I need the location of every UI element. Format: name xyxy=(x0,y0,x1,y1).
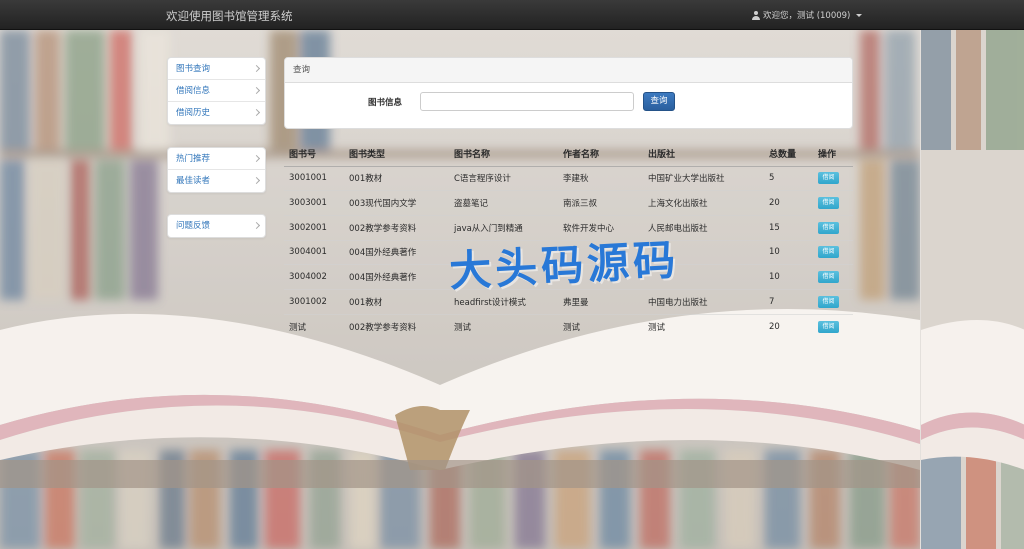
table-row: 3003001 003现代国内文学 盗墓笔记 南派三叔 上海文化出版社 20 借阅 xyxy=(284,190,853,216)
table-row: 测试 002教学参考资料 测试 测试 测试 20 借阅 xyxy=(284,313,853,339)
cell-action: 借阅 xyxy=(813,165,853,191)
cell-name: C语言程序设计 xyxy=(449,165,558,191)
borrow-button[interactable]: 借阅 xyxy=(818,295,839,308)
cell-count: 10 xyxy=(764,264,813,290)
cell-action: 借阅 xyxy=(813,264,853,290)
chevron-right-icon xyxy=(252,108,261,117)
cell-id: 3001001 xyxy=(284,165,344,191)
cell-publisher: 中国矿业大学出版社 xyxy=(643,165,764,191)
cell-id: 3003001 xyxy=(284,190,344,216)
cell-author: 弗里曼 xyxy=(558,288,643,315)
top-navbar: 欢迎使用图书馆管理系统 欢迎您，测试 (10009) xyxy=(0,0,1024,30)
sidebar-item-borrow-info[interactable]: 借阅信息 xyxy=(168,80,265,102)
cell-id: 3004002 xyxy=(284,264,344,290)
cell-type: 004国外经典著作 xyxy=(344,264,449,290)
panel-heading: 查询 xyxy=(285,58,852,83)
cell-id: 3001002 xyxy=(284,288,344,315)
cell-author: 测试 xyxy=(558,313,643,339)
cell-type: 001教材 xyxy=(344,288,449,315)
sidebar-item-hot-recommend[interactable]: 热门推荐 xyxy=(168,148,265,170)
cell-publisher: 中国电力出版社 xyxy=(643,288,764,315)
book-info-input[interactable] xyxy=(420,92,634,111)
col-action: 操作 xyxy=(813,141,853,167)
cell-count: 10 xyxy=(764,239,813,265)
cell-type: 004国外经典著作 xyxy=(344,239,449,265)
cell-action: 借阅 xyxy=(813,288,853,315)
cell-name: 盗墓笔记 xyxy=(449,190,558,216)
cell-author: 南派三叔 xyxy=(558,190,643,216)
cell-count: 20 xyxy=(764,190,813,216)
col-book-name: 图书名称 xyxy=(449,141,558,167)
table-row: 3001001 001教材 C语言程序设计 李建秋 中国矿业大学出版社 5 借阅 xyxy=(284,165,853,191)
cell-author: 李建秋 xyxy=(558,165,643,191)
chevron-right-icon xyxy=(252,154,261,163)
sidebar-item-best-readers[interactable]: 最佳读者 xyxy=(168,170,265,192)
cell-publisher: 测试 xyxy=(643,313,764,339)
watermark-text: 大头码源码 xyxy=(448,235,681,296)
sidebar-group-books: 图书查询 借阅信息 借阅历史 xyxy=(167,57,266,125)
sidebar-item-book-search[interactable]: 图书查询 xyxy=(168,58,265,80)
borrow-button[interactable]: 借阅 xyxy=(818,320,839,333)
sidebar-item-label: 借阅信息 xyxy=(176,86,211,96)
cell-count: 15 xyxy=(764,214,813,241)
cell-name: 测试 xyxy=(449,313,558,339)
cell-count: 7 xyxy=(764,288,813,315)
cell-count: 5 xyxy=(764,165,813,191)
chevron-right-icon xyxy=(252,221,261,230)
sidebar-item-feedback[interactable]: 问题反馈 xyxy=(168,215,265,237)
cell-action: 借阅 xyxy=(813,239,853,265)
chevron-right-icon xyxy=(252,64,261,73)
cell-id: 3002001 xyxy=(284,214,344,241)
cell-count: 20 xyxy=(764,313,813,339)
sidebar-item-label: 问题反馈 xyxy=(176,221,211,231)
cell-publisher: 上海文化出版社 xyxy=(643,190,764,216)
col-total-count: 总数量 xyxy=(764,141,813,167)
sidebar-item-label: 借阅历史 xyxy=(176,108,211,118)
brand-title[interactable]: 欢迎使用图书馆管理系统 xyxy=(166,8,293,24)
user-greeting: 欢迎您，测试 (10009) xyxy=(763,11,851,21)
sidebar-item-label: 图书查询 xyxy=(176,64,211,74)
col-book-type: 图书类型 xyxy=(344,141,449,167)
borrow-button[interactable]: 借阅 xyxy=(818,221,839,234)
sidebar-group-recommend: 热门推荐 最佳读者 xyxy=(167,147,266,193)
cell-action: 借阅 xyxy=(813,214,853,241)
cell-type: 002教学参考资料 xyxy=(344,214,449,241)
cell-id: 测试 xyxy=(284,313,344,339)
cell-action: 借阅 xyxy=(813,190,853,216)
borrow-button[interactable]: 借阅 xyxy=(818,172,839,185)
cell-action: 借阅 xyxy=(813,313,853,339)
chevron-right-icon xyxy=(252,176,261,185)
query-panel: 查询 图书信息 查询 xyxy=(284,57,853,129)
chevron-down-icon xyxy=(856,13,863,17)
table-row: 3001002 001教材 headfirst设计模式 弗里曼 中国电力出版社 7 借阅 xyxy=(284,288,853,315)
chevron-right-icon xyxy=(252,86,261,95)
borrow-button[interactable]: 借阅 xyxy=(818,271,839,284)
borrow-button[interactable]: 借阅 xyxy=(818,197,839,210)
user-menu-dropdown[interactable]: 欢迎您，测试 (10009) xyxy=(752,9,863,21)
query-button[interactable]: 查询 xyxy=(643,92,675,111)
sidebar-item-borrow-history[interactable]: 借阅历史 xyxy=(168,102,265,124)
user-icon xyxy=(752,10,760,20)
cell-type: 002教学参考资料 xyxy=(344,313,449,339)
sidebar-item-label: 最佳读者 xyxy=(176,176,211,186)
sidebar-item-label: 热门推荐 xyxy=(176,154,211,164)
book-info-label: 图书信息 xyxy=(368,98,403,108)
sidebar-group-feedback: 问题反馈 xyxy=(167,214,266,238)
cell-type: 001教材 xyxy=(344,165,449,191)
col-publisher: 出版社 xyxy=(643,141,764,167)
borrow-button[interactable]: 借阅 xyxy=(818,246,839,259)
col-book-id: 图书号 xyxy=(284,141,344,167)
cell-type: 003现代国内文学 xyxy=(344,190,449,216)
table-header-row: 图书号 图书类型 图书名称 作者名称 出版社 总数量 操作 xyxy=(284,141,853,167)
col-author: 作者名称 xyxy=(558,141,643,167)
cell-id: 3004001 xyxy=(284,239,344,265)
